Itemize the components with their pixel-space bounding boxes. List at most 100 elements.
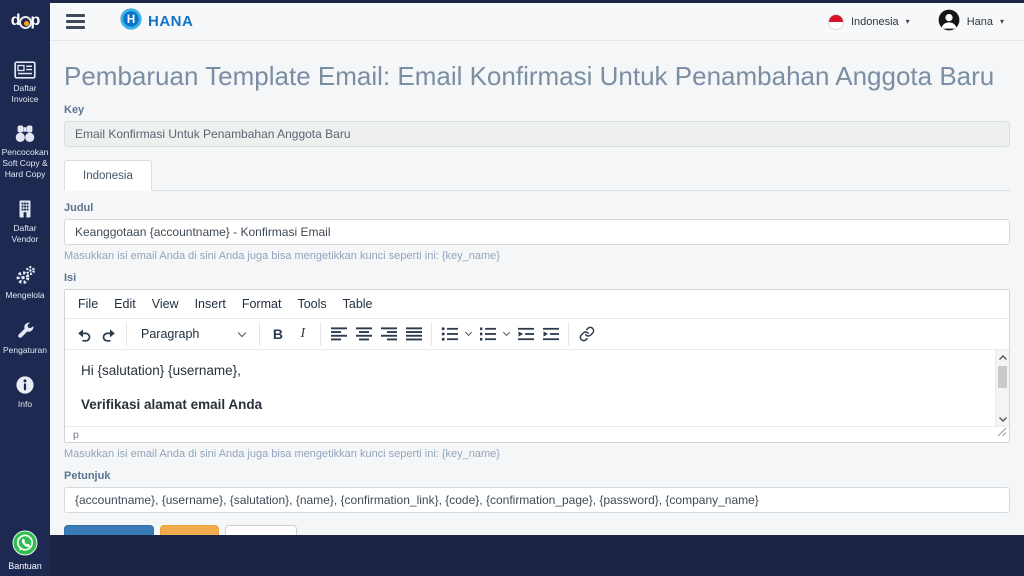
toolbar-divider: [568, 322, 570, 346]
format-dropdown[interactable]: Paragraph: [132, 322, 254, 346]
building-icon: [15, 199, 35, 219]
editor-menubar: File Edit View Insert Format Tools Table: [65, 290, 1009, 319]
sidebar-item-bantuan[interactable]: Bantuan: [8, 530, 42, 576]
isi-helper-text: Masukkan isi email Anda di sini Anda jug…: [64, 448, 500, 460]
sidebar-item-label: Daftar Invoice: [11, 83, 39, 105]
rich-text-editor: File Edit View Insert Format Tools Table: [64, 289, 1010, 443]
dop-logo[interactable]: dp: [11, 0, 41, 42]
gears-icon: [14, 264, 36, 286]
menu-view[interactable]: View: [144, 294, 187, 314]
numbered-list-icon[interactable]: [475, 322, 500, 346]
sidebar-item-info[interactable]: Info: [0, 366, 50, 420]
dop-logo-right: p: [30, 12, 41, 29]
sidebar-item-label: Mengelola: [5, 290, 45, 301]
menu-file[interactable]: File: [70, 294, 106, 314]
toolbar-divider: [259, 322, 261, 346]
bullet-list-icon[interactable]: [437, 322, 462, 346]
reset-button[interactable]: Reset: [160, 525, 220, 535]
chevron-down-icon: ▾: [999, 17, 1004, 26]
editor-body: Hi {salutation} {username}, Verifikasi a…: [65, 350, 1009, 426]
resize-handle-icon[interactable]: [997, 427, 1007, 440]
petunjuk-input[interactable]: [64, 487, 1010, 513]
format-dropdown-value: Paragraph: [141, 327, 200, 341]
align-justify-icon[interactable]: [401, 322, 426, 346]
wrench-icon: [15, 320, 36, 341]
info-icon: [15, 375, 35, 395]
hana-logo[interactable]: H HANA: [119, 7, 193, 36]
outdent-icon[interactable]: [513, 322, 538, 346]
indonesia-flag-icon: [827, 13, 844, 30]
language-tabs: Indonesia: [64, 160, 1010, 191]
sidebar: dp Daftar Invoice Pencocokan Soft Copy &…: [0, 0, 50, 576]
footer-band: [50, 535, 1024, 576]
brand-name: HANA: [148, 13, 194, 30]
invoice-icon: [14, 61, 36, 79]
language-dropdown[interactable]: Indonesia ▾: [827, 13, 910, 30]
chevron-down-icon[interactable]: [465, 328, 473, 337]
menu-edit[interactable]: Edit: [106, 294, 144, 314]
page-content: Pembaruan Template Email: Email Konfirma…: [50, 41, 1024, 535]
sidebar-item-daftar-vendor[interactable]: Daftar Vendor: [0, 190, 50, 255]
editor-scrollbar[interactable]: [995, 350, 1009, 426]
editor-line: Hi {salutation} {username},: [81, 363, 241, 378]
svg-text:H: H: [127, 14, 135, 26]
language-label: Indonesia: [850, 15, 899, 28]
sidebar-item-label: Pengaturan: [3, 345, 47, 356]
sidebar-item-label: Daftar Vendor: [11, 223, 39, 245]
element-path: p: [73, 428, 79, 441]
isi-label: Isi: [64, 272, 77, 284]
scroll-up-icon[interactable]: [996, 351, 1010, 363]
scroll-down-icon[interactable]: [996, 413, 1010, 425]
key-input[interactable]: [64, 121, 1010, 147]
editor-toolbar: Paragraph B I: [65, 319, 1009, 350]
app-root: dp Daftar Invoice Pencocokan Soft Copy &…: [0, 0, 1024, 576]
align-right-icon[interactable]: [376, 322, 401, 346]
dop-logo-ring-icon: [18, 15, 32, 29]
menu-insert[interactable]: Insert: [187, 294, 234, 314]
user-dropdown[interactable]: Hana ▾: [938, 9, 1004, 34]
header-right: Indonesia ▾ Hana ▾: [827, 9, 1004, 34]
avatar: [938, 9, 960, 34]
editor-line-bold: Verifikasi alamat email Anda: [81, 397, 263, 412]
chevron-down-icon[interactable]: [503, 328, 511, 337]
scrollbar-thumb[interactable]: [998, 366, 1007, 388]
sidebar-item-daftar-invoice[interactable]: Daftar Invoice: [0, 52, 50, 115]
main-column: H HANA Indonesia ▾ Hana ▾ Pembaruan Temp…: [50, 0, 1024, 576]
menu-table[interactable]: Table: [335, 294, 381, 314]
editor-statusbar: p: [65, 426, 1009, 442]
whatsapp-icon: [12, 530, 38, 558]
sidebar-item-label: Bantuan: [8, 561, 42, 571]
hamburger-icon[interactable]: [64, 10, 87, 33]
align-center-icon[interactable]: [351, 322, 376, 346]
menu-format[interactable]: Format: [234, 294, 290, 314]
bold-button[interactable]: B: [265, 322, 290, 346]
redo-icon[interactable]: [96, 322, 121, 346]
undo-icon[interactable]: [71, 322, 96, 346]
key-label: Key: [64, 104, 85, 116]
chevron-down-icon: ▾: [905, 17, 910, 26]
sidebar-item-mengelola[interactable]: Mengelola: [0, 255, 50, 311]
sidebar-item-pencocokan[interactable]: Pencocokan Soft Copy & Hard Copy: [0, 115, 50, 190]
top-header: H HANA Indonesia ▾ Hana ▾: [50, 0, 1024, 41]
align-left-icon[interactable]: [326, 322, 351, 346]
sidebar-item-pengaturan[interactable]: Pengaturan: [0, 311, 50, 366]
kembali-button[interactable]: Kembali: [225, 525, 297, 535]
editor-content[interactable]: Hi {salutation} {username}, Verifikasi a…: [65, 350, 1009, 426]
page-title: Pembaruan Template Email: Email Konfirma…: [64, 61, 995, 91]
sidebar-nav: Daftar Invoice Pencocokan Soft Copy & Ha…: [0, 52, 50, 420]
chevron-down-icon: [238, 328, 247, 337]
user-name: Hana: [966, 15, 993, 28]
toolbar-divider: [126, 322, 127, 346]
italic-button[interactable]: I: [290, 322, 315, 346]
toolbar-divider: [320, 322, 322, 346]
action-buttons: Pembaruan Reset Kembali: [64, 525, 1010, 535]
hana-logo-icon: H: [119, 7, 143, 36]
judul-helper-text: Masukkan isi email Anda di sini Anda jug…: [64, 250, 500, 262]
judul-input[interactable]: [64, 219, 1010, 245]
link-icon[interactable]: [574, 322, 599, 346]
petunjuk-label: Petunjuk: [64, 470, 111, 482]
tab-indonesia[interactable]: Indonesia: [64, 160, 152, 191]
indent-icon[interactable]: [538, 322, 563, 346]
menu-tools[interactable]: Tools: [289, 294, 334, 314]
pembaruan-button[interactable]: Pembaruan: [64, 525, 155, 535]
